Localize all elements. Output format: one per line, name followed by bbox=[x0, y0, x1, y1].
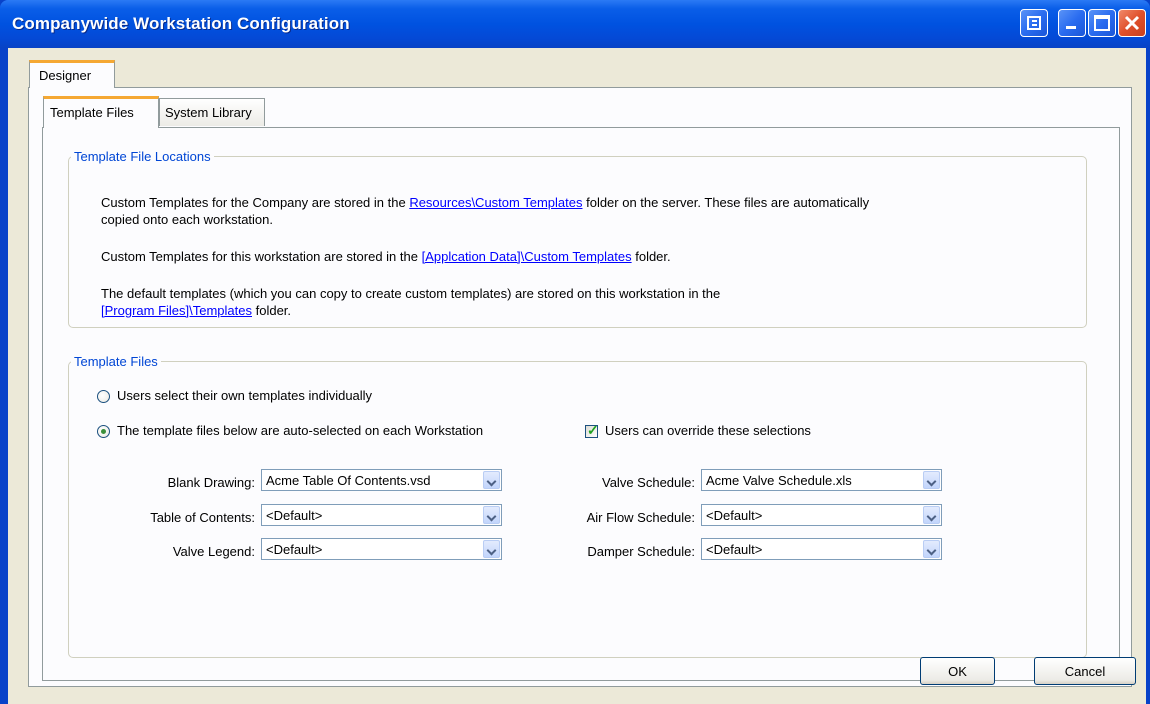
help-icon bbox=[1027, 16, 1041, 30]
radio-users-select-individually-label[interactable]: Users select their own templates individ… bbox=[117, 388, 372, 403]
tab-designer-label: Designer bbox=[39, 68, 92, 83]
tab-system-library[interactable]: System Library bbox=[159, 98, 265, 126]
default-templates-text: The default templates (which you can cop… bbox=[101, 285, 1081, 319]
cancel-button[interactable]: Cancel bbox=[1034, 657, 1136, 685]
template-locations-legend: Template File Locations bbox=[74, 149, 211, 164]
chevron-down-icon[interactable] bbox=[923, 506, 940, 524]
company-templates-text-end: folder on the server. These files are au… bbox=[582, 195, 870, 210]
tab-system-library-label: System Library bbox=[165, 105, 252, 120]
valve-legend-value: <Default> bbox=[266, 542, 323, 557]
damper-schedule-select[interactable]: <Default> bbox=[701, 538, 942, 560]
chevron-down-icon[interactable] bbox=[923, 540, 940, 558]
workstation-templates-text: Custom Templates for this workstation ar… bbox=[101, 248, 1081, 265]
workstation-templates-text-end: folder. bbox=[631, 249, 671, 264]
chevron-down-icon[interactable] bbox=[923, 471, 940, 489]
company-templates-text-start: Custom Templates for the Company are sto… bbox=[101, 195, 410, 210]
ok-button[interactable]: OK bbox=[920, 657, 995, 685]
default-templates-text-end: folder. bbox=[252, 303, 292, 318]
default-templates-text-line1: The default templates (which you can cop… bbox=[101, 286, 721, 301]
close-icon bbox=[1124, 15, 1140, 31]
table-of-contents-value: <Default> bbox=[266, 508, 323, 523]
window-title: Companywide Workstation Configuration bbox=[12, 14, 350, 33]
chevron-down-icon[interactable] bbox=[483, 506, 500, 524]
valve-schedule-value: Acme Valve Schedule.xls bbox=[706, 473, 852, 488]
valve-schedule-label: Valve Schedule: bbox=[602, 475, 695, 490]
template-files-legend: Template Files bbox=[74, 354, 158, 369]
tab-designer[interactable]: Designer bbox=[29, 60, 115, 88]
maximize-icon bbox=[1094, 15, 1110, 31]
company-templates-text: Custom Templates for the Company are sto… bbox=[101, 194, 1081, 228]
blank-drawing-value: Acme Table Of Contents.vsd bbox=[266, 473, 431, 488]
dialog-client-area: Designer Template Files System Library T… bbox=[8, 48, 1146, 704]
damper-schedule-value: <Default> bbox=[706, 542, 763, 557]
chevron-down-icon[interactable] bbox=[483, 540, 500, 558]
radio-auto-selected[interactable] bbox=[97, 425, 110, 438]
resources-custom-templates-link[interactable]: Resources\Custom Templates bbox=[409, 195, 582, 210]
table-of-contents-label: Table of Contents: bbox=[150, 510, 255, 525]
title-bar[interactable]: Companywide Workstation Configuration bbox=[0, 0, 1150, 48]
application-data-templates-link[interactable]: [Applcation Data]\Custom Templates bbox=[422, 249, 632, 264]
checkmark-icon: ✓ bbox=[587, 422, 599, 438]
minimize-button[interactable] bbox=[1058, 9, 1086, 37]
template-files-panel: Template File Locations Custom Templates… bbox=[42, 127, 1120, 681]
blank-drawing-label: Blank Drawing: bbox=[167, 475, 255, 490]
blank-drawing-select[interactable]: Acme Table Of Contents.vsd bbox=[261, 469, 502, 491]
context-help-button[interactable] bbox=[1020, 9, 1048, 37]
tab-template-files[interactable]: Template Files bbox=[43, 96, 159, 128]
chevron-down-icon[interactable] bbox=[483, 471, 500, 489]
tab-template-files-label: Template Files bbox=[50, 105, 134, 120]
air-flow-schedule-value: <Default> bbox=[706, 508, 763, 523]
maximize-button[interactable] bbox=[1088, 9, 1116, 37]
air-flow-schedule-label: Air Flow Schedule: bbox=[586, 510, 695, 525]
company-templates-text-line2: copied onto each workstation. bbox=[101, 212, 273, 227]
radio-auto-selected-label[interactable]: The template files below are auto-select… bbox=[117, 423, 483, 438]
close-button[interactable] bbox=[1118, 9, 1146, 37]
users-can-override-checkbox[interactable]: ✓ bbox=[585, 422, 599, 438]
radio-users-select-individually[interactable] bbox=[97, 390, 110, 403]
users-can-override-label[interactable]: Users can override these selections bbox=[605, 423, 811, 438]
valve-schedule-select[interactable]: Acme Valve Schedule.xls bbox=[701, 469, 942, 491]
damper-schedule-label: Damper Schedule: bbox=[587, 544, 695, 559]
dialog-window: Companywide Workstation Configuration De… bbox=[0, 0, 1150, 704]
valve-legend-select[interactable]: <Default> bbox=[261, 538, 502, 560]
air-flow-schedule-select[interactable]: <Default> bbox=[701, 504, 942, 526]
minimize-icon bbox=[1066, 26, 1076, 29]
workstation-templates-text-start: Custom Templates for this workstation ar… bbox=[101, 249, 422, 264]
program-files-templates-link[interactable]: [Program Files]\Templates bbox=[101, 303, 252, 318]
valve-legend-label: Valve Legend: bbox=[172, 544, 255, 559]
table-of-contents-select[interactable]: <Default> bbox=[261, 504, 502, 526]
